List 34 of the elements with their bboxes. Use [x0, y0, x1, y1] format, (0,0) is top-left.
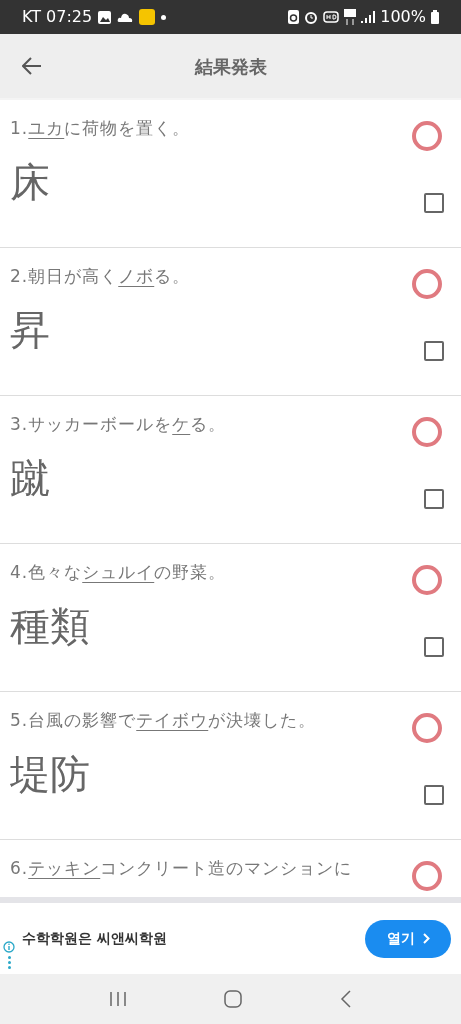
checkbox[interactable]	[424, 637, 444, 657]
question-text: 3.サッカーボールをケ る。	[10, 413, 228, 436]
answer-text: 堤防	[10, 750, 90, 798]
question-text: 6.テッキン コンクリート造のマンションに	[10, 857, 354, 880]
checkbox[interactable]	[424, 341, 444, 361]
signal-icon	[361, 11, 376, 23]
battery-icon	[431, 10, 439, 24]
question-text: 2.朝日が高く ノボ る。	[10, 265, 192, 288]
cloud-icon	[117, 12, 134, 22]
back-arrow-icon	[22, 57, 42, 75]
checkbox[interactable]	[424, 489, 444, 509]
answer-text: 昇	[10, 306, 50, 354]
page-title: 結果発表	[194, 54, 267, 79]
image-icon	[98, 10, 112, 24]
back-icon[interactable]	[340, 990, 353, 1008]
checkbox[interactable]	[424, 193, 444, 213]
status-time: KT 07:25	[22, 6, 93, 28]
battery-level: 100%	[380, 6, 426, 28]
question-text: 5.台風の影響でテイボウ が決壊した。	[10, 709, 318, 732]
ad-text: 수학학원은 씨앤씨학원	[22, 929, 167, 948]
answer-text: 蹴	[10, 454, 50, 502]
checkbox[interactable]	[424, 785, 444, 805]
answer-text: 種類	[10, 602, 90, 650]
open-button[interactable]: 열기	[365, 919, 451, 958]
home-icon[interactable]	[224, 990, 243, 1008]
chevron-right-icon	[422, 933, 430, 944]
hd-icon	[323, 11, 340, 23]
app-badge-icon	[139, 9, 156, 25]
more-options-icon[interactable]	[8, 956, 11, 969]
info-icon[interactable]	[3, 941, 15, 953]
question-text: 4.色々な シュルイの野菜。	[10, 561, 228, 584]
question-text: 1.ユカ に荷物を置く。	[10, 117, 192, 140]
answer-text: 床	[10, 158, 50, 206]
recent-apps-icon[interactable]	[108, 991, 127, 1007]
